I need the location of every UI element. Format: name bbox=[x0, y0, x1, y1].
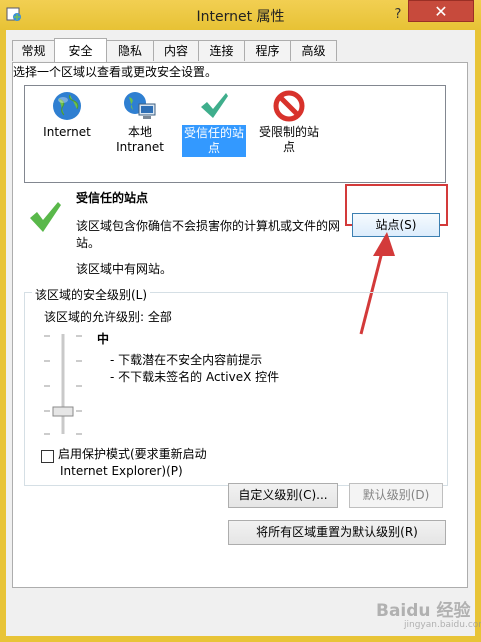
custom-level-button[interactable]: 自定义级别(C)... bbox=[228, 483, 338, 508]
tab-programs[interactable]: 程序 bbox=[244, 40, 291, 61]
zone-label-line2: 点 bbox=[282, 140, 295, 154]
zone-label: 本地 bbox=[127, 125, 152, 139]
level-description: - 下载潜在不安全内容前提示 - 不下载未签名的 ActiveX 控件 bbox=[110, 352, 279, 386]
reset-all-zones-button[interactable]: 将所有区域重置为默认级别(R) bbox=[228, 520, 446, 545]
zone-label-line2: 点 bbox=[207, 141, 220, 155]
protected-mode-line1: 启用保护模式(要求重新启动 bbox=[58, 447, 207, 461]
zone-label: 受限制的站 bbox=[258, 125, 319, 139]
level-bullet: - 下载潜在不安全内容前提示 bbox=[110, 353, 263, 367]
security-level-slider[interactable] bbox=[40, 330, 86, 440]
protected-mode-checkbox[interactable] bbox=[41, 450, 54, 463]
level-name: 中 bbox=[97, 332, 110, 346]
watermark-url: jingyan.baidu.com bbox=[404, 620, 481, 630]
trusted-checkmark-icon bbox=[30, 202, 61, 232]
zone-label: 受信任的站 bbox=[183, 126, 244, 140]
zone-instruction: 选择一个区域以查看或更改安全设置。 bbox=[13, 65, 218, 79]
restricted-icon bbox=[273, 90, 305, 122]
tab-content[interactable]: 内容 bbox=[153, 40, 199, 61]
intranet-icon bbox=[124, 92, 156, 119]
security-level-title: 该区域的安全级别(L) bbox=[32, 286, 151, 303]
zone-internet[interactable]: Internet bbox=[31, 90, 103, 140]
zone-list: Internet 本地 Intranet 受信任的站点 受限制的站 点 bbox=[24, 85, 446, 183]
protected-mode-line2: Internet Explorer)(P) bbox=[60, 464, 183, 478]
zone-restricted-sites[interactable]: 受限制的站 点 bbox=[253, 90, 325, 155]
slider-thumb bbox=[52, 406, 74, 417]
zone-note: 该区域中有网站。 bbox=[76, 262, 173, 276]
zone-description: 该区域包含你确信不会损害你的计算机或文件的网站。 bbox=[76, 219, 341, 250]
title-bar: Internet 属性 ? ✕ bbox=[0, 0, 481, 30]
globe-icon bbox=[53, 92, 81, 120]
tab-connections[interactable]: 连接 bbox=[198, 40, 245, 61]
checkmark-icon bbox=[201, 93, 228, 118]
close-button[interactable]: ✕ bbox=[408, 0, 474, 22]
zone-label-line2: Intranet bbox=[116, 140, 164, 154]
level-bullet: - 不下载未签名的 ActiveX 控件 bbox=[110, 370, 280, 384]
zone-trusted-sites[interactable]: 受信任的站点 bbox=[178, 90, 250, 157]
zone-heading: 受信任的站点 bbox=[76, 191, 149, 205]
default-level-button[interactable]: 默认级别(D) bbox=[349, 483, 443, 508]
tab-advanced[interactable]: 高级 bbox=[290, 40, 337, 61]
allowed-levels: 该区域的允许级别: 全部 bbox=[44, 310, 172, 324]
zone-label: Internet bbox=[43, 125, 91, 139]
help-button[interactable]: ? bbox=[388, 5, 408, 25]
protected-mode-label: 启用保护模式(要求重新启动 Internet Explorer)(P) bbox=[58, 446, 207, 480]
tab-privacy[interactable]: 隐私 bbox=[106, 40, 154, 61]
watermark: Baidu 经验 bbox=[376, 601, 471, 621]
tab-security[interactable]: 安全 bbox=[54, 38, 107, 62]
tab-general[interactable]: 常规 bbox=[12, 40, 55, 61]
zone-local-intranet[interactable]: 本地 Intranet bbox=[104, 90, 176, 155]
